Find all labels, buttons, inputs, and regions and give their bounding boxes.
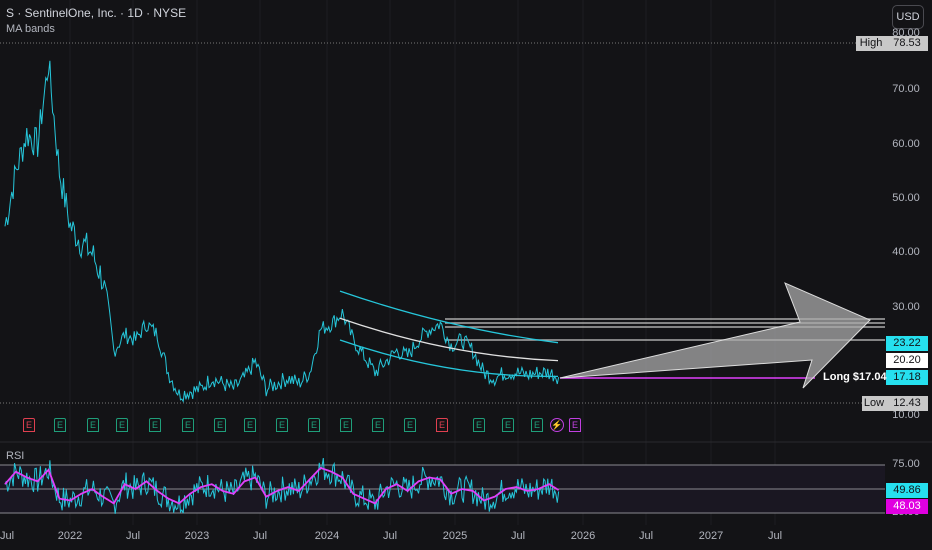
- earnings-event-icon[interactable]: E: [531, 418, 543, 432]
- earnings-event-icon[interactable]: E: [244, 418, 256, 432]
- earnings-event-icon[interactable]: E: [473, 418, 485, 432]
- low-value: 12.43: [886, 396, 928, 411]
- ma-band-upper: [339, 290, 559, 344]
- price-tick: 30.00: [892, 301, 920, 313]
- price-tick: 50.00: [892, 192, 920, 204]
- time-tick: 2027: [698, 530, 724, 542]
- last-price: 17.18: [886, 370, 928, 385]
- time-tick: Jul: [252, 530, 268, 542]
- time-tick: Jul: [510, 530, 526, 542]
- chart-title: S · SentinelOne, Inc. · 1D · NYSE: [6, 6, 187, 20]
- low-label: Low: [862, 396, 886, 411]
- time-tick: 2022: [57, 530, 83, 542]
- time-tick: 2025: [442, 530, 468, 542]
- time-tick: 2026: [570, 530, 596, 542]
- time-tick: Jul: [767, 530, 783, 542]
- high-label: High: [856, 36, 886, 51]
- time-tick: 2024: [314, 530, 340, 542]
- earnings-event-icon[interactable]: E: [149, 418, 161, 432]
- earnings-event-icon[interactable]: E: [214, 418, 226, 432]
- time-tick: Jul: [125, 530, 141, 542]
- earnings-event-icon[interactable]: E: [308, 418, 320, 432]
- time-tick: Jul: [382, 530, 398, 542]
- price-tick: 70.00: [892, 83, 920, 95]
- time-tick: Jul: [638, 530, 654, 542]
- rsi-ma-value: 48.03: [886, 499, 928, 514]
- currency-button[interactable]: USD: [892, 5, 924, 29]
- rsi-value: 49.86: [886, 483, 928, 498]
- rsi-label: RSI: [6, 450, 25, 462]
- earnings-event-icon[interactable]: E: [502, 418, 514, 432]
- earnings-event-icon[interactable]: E: [569, 418, 581, 432]
- earnings-event-icon[interactable]: E: [340, 418, 352, 432]
- earnings-event-icon[interactable]: E: [404, 418, 416, 432]
- ma-mid-value: 20.20: [886, 353, 928, 368]
- rsi-tick: 75.00: [892, 458, 920, 470]
- earnings-event-icon[interactable]: E: [116, 418, 128, 432]
- price-tick: 60.00: [892, 138, 920, 150]
- earnings-event-icon[interactable]: E: [87, 418, 99, 432]
- price-line: [4, 60, 560, 403]
- long-position-label[interactable]: Long $17.04: [823, 371, 887, 383]
- price-chart[interactable]: [0, 0, 932, 550]
- earnings-event-icon[interactable]: E: [372, 418, 384, 432]
- earnings-event-icon[interactable]: E: [54, 418, 66, 432]
- time-tick: Jul: [0, 530, 15, 542]
- earnings-event-icon[interactable]: E: [436, 418, 448, 432]
- time-tick: 2023: [184, 530, 210, 542]
- earnings-event-icon[interactable]: E: [23, 418, 35, 432]
- indicator-label: MA bands: [6, 23, 55, 35]
- dividend-split-icon[interactable]: ⚡: [550, 418, 564, 432]
- high-value: 78.53: [886, 36, 928, 51]
- earnings-event-icon[interactable]: E: [182, 418, 194, 432]
- ma-upper-value: 23.22: [886, 336, 928, 351]
- price-tick: 40.00: [892, 246, 920, 258]
- earnings-event-icon[interactable]: E: [276, 418, 288, 432]
